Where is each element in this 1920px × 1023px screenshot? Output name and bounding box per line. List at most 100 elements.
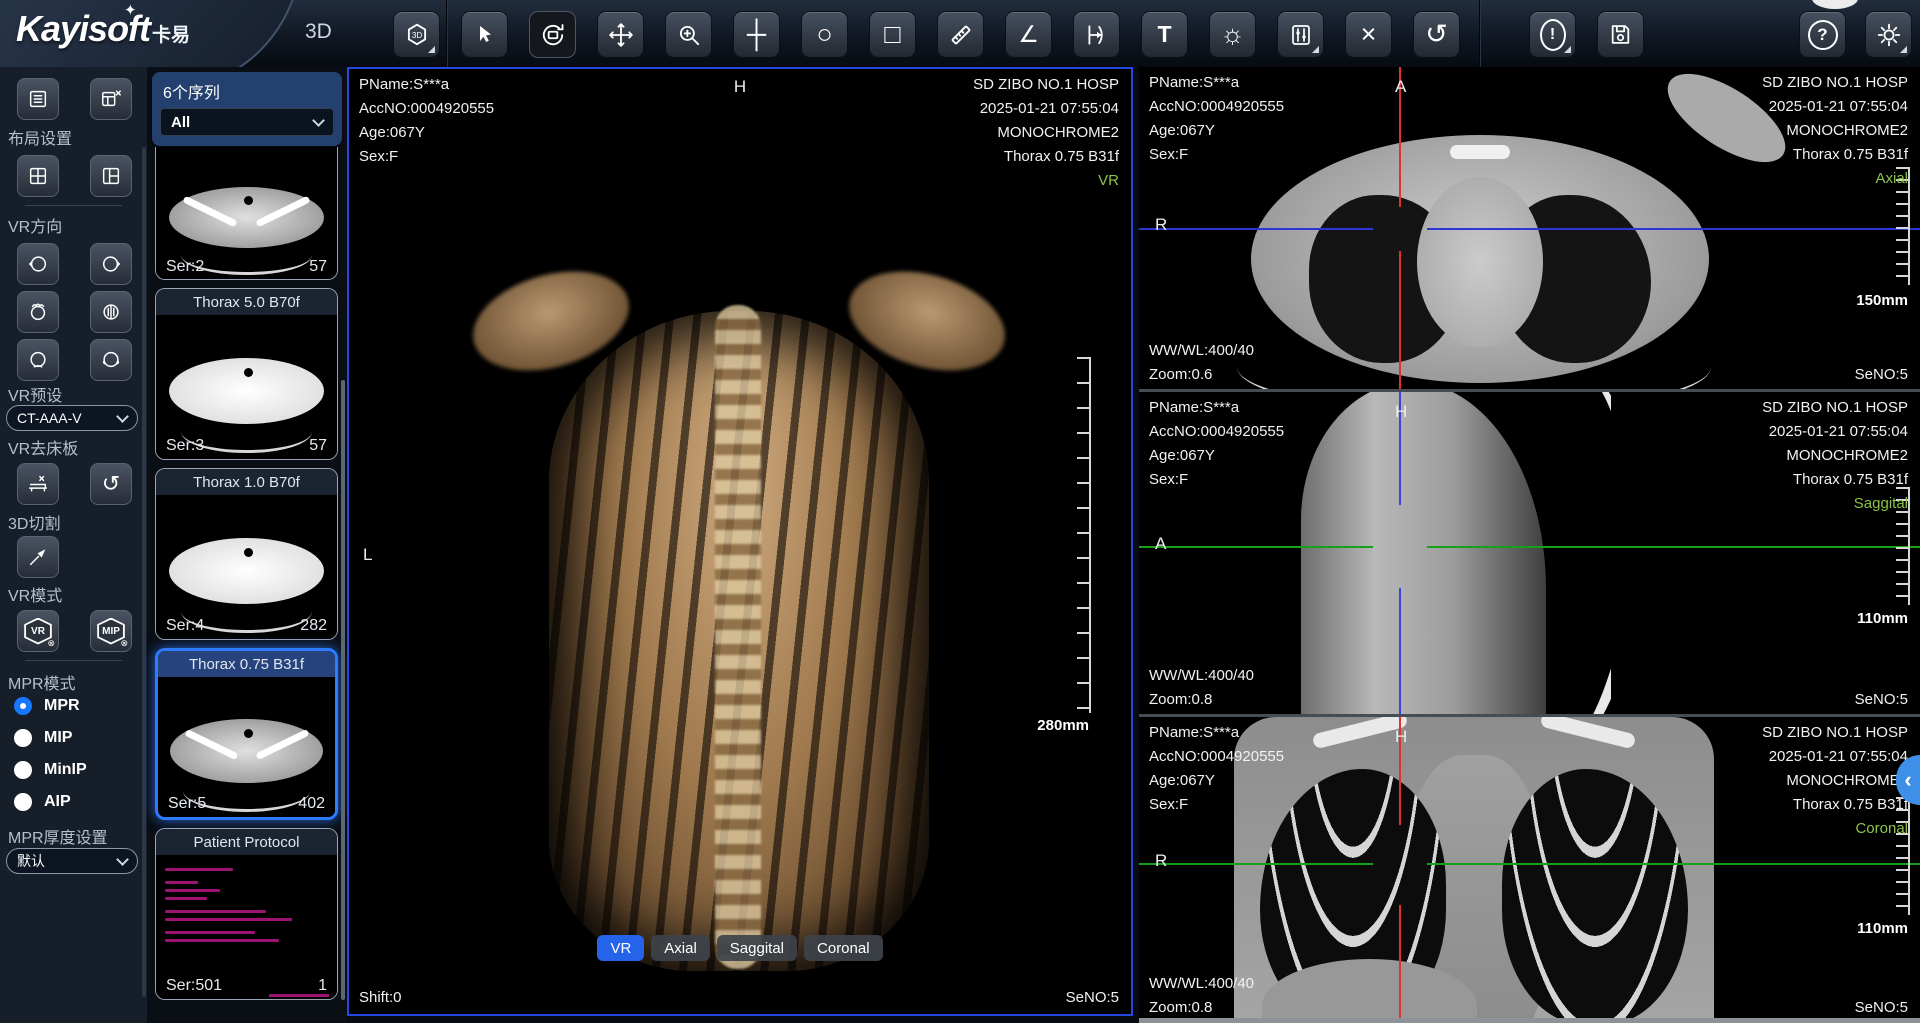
zoom-tool-button[interactable] [665,11,712,58]
delete-button[interactable]: × [1345,11,1392,58]
vr-head-back-button[interactable] [90,339,132,381]
series-thumbnail[interactable]: Patient Protocol Ser:5011 [155,828,338,1000]
radio-minip[interactable]: MinIP [14,761,87,779]
orientation-marker-left: R [1155,215,1167,235]
series-thumbnail[interactable]: Ser:257 [155,147,338,280]
crosshair-horizontal[interactable] [1139,546,1373,548]
series-thumbnail-selected[interactable]: Thorax 0.75 B31f Ser:5402 [155,648,338,820]
orientation-marker-left: R [1155,851,1167,871]
save-floppy-icon [1608,22,1633,47]
coronal-button[interactable]: Coronal [804,935,883,961]
crosshair-horizontal[interactable] [1427,228,1920,230]
layout-close-button[interactable] [90,78,132,120]
series-thumbnail[interactable]: Thorax 1.0 B70f Ser:4282 [155,468,338,640]
head-left-icon [27,253,49,275]
crosshair-horizontal[interactable] [1427,863,1920,865]
vr-head-front-button[interactable] [17,339,59,381]
crosshair-horizontal[interactable] [1139,228,1373,230]
view-type-label: VR [973,169,1119,193]
head-top-icon [27,301,49,323]
split-layout-button[interactable] [90,155,132,197]
layout-close-icon [100,88,122,110]
scalpel-button[interactable] [17,536,59,578]
orientation-marker-left: A [1155,534,1166,554]
series-number: Ser:4 [166,617,204,635]
ellipse-roi-button[interactable]: ○ [801,11,848,58]
crosshair-vertical[interactable] [1399,251,1401,389]
layout-settings-label: 布局设置 [8,125,72,149]
question-icon: ? [1808,20,1838,50]
crosshair-horizontal[interactable] [1139,863,1373,865]
sagittal-image[interactable] [1301,392,1611,714]
toolbar-secondary-group: ! [1529,11,1644,58]
scale-label: 280mm [989,717,1089,734]
horizontal-scrollbar[interactable] [1139,1018,1920,1023]
vr-preset-value: CT-AAA-V [17,410,82,426]
text-annotation-button[interactable]: T [1141,11,1188,58]
patient-info: PName:S***aAccNO:0004920555 Age:067YSex:… [359,73,494,169]
vr-button[interactable]: VR [597,935,644,961]
ruler-icon [948,22,974,48]
radio-mip[interactable]: MIP [14,729,72,747]
view-3d-button[interactable]: 3D [393,11,440,58]
brightness-button[interactable]: ☼ [1209,11,1256,58]
settings-button[interactable] [1865,11,1912,58]
radio-aip[interactable]: AIP [14,793,71,811]
rotate-3d-button[interactable] [529,11,576,58]
vr-rendering[interactable] [477,269,1001,1009]
remove-bed-button[interactable] [17,463,59,505]
angle-button[interactable]: ∠ [1005,11,1052,58]
sagittal-viewport[interactable]: PName:S***aAccNO:0004920555 Age:067YSex:… [1139,392,1920,714]
head-split-icon [100,301,122,323]
radio-mpr[interactable]: MPR [14,697,80,715]
bed-reset-button[interactable]: ↺ [90,463,132,505]
crosshair-vertical[interactable] [1399,905,1401,1018]
crosshair-vertical[interactable] [1399,588,1401,714]
vr-head-left-button[interactable] [17,243,59,285]
avatar[interactable] [1812,0,1858,9]
crosshair-horizontal[interactable] [1427,546,1920,548]
radio-dot [14,729,32,747]
series-scrollbar[interactable] [341,380,345,1000]
coronal-viewport[interactable]: PName:S***aAccNO:0004920555 Age:067YSex:… [1139,717,1920,1018]
vr-viewport[interactable]: PName:S***aAccNO:0004920555 Age:067YSex:… [347,67,1133,1016]
vr-preset-select[interactable]: CT-AAA-V [6,405,138,431]
vr-mode-button[interactable]: VR ⊗ [17,610,59,652]
crosshair-button[interactable]: ┼ [733,11,780,58]
help-button[interactable]: ? [1799,11,1846,58]
orientation-marker-left: L [363,545,372,565]
series-thumbnail[interactable]: Thorax 5.0 B70f Ser:357 [155,288,338,460]
series-filter-select[interactable]: All [160,108,334,136]
fov-angle-button[interactable] [1073,11,1120,58]
vr-head-top-button[interactable] [17,291,59,333]
layout-list-button[interactable] [17,78,59,120]
pan-button[interactable] [597,11,644,58]
thumbnail-title: Thorax 1.0 B70f [156,469,337,495]
toolbar-main-group: 3D [393,11,1460,58]
pan-arrows-icon [608,22,634,48]
reset-button[interactable]: ↺ [1413,11,1460,58]
vr-head-split-button[interactable] [90,291,132,333]
mip-mode-button[interactable]: MIP ⊗ [90,610,132,652]
vr-head-right-button[interactable] [90,243,132,285]
ruler-button[interactable] [937,11,984,58]
grid-layout-button[interactable] [17,155,59,197]
mpr-thickness-select[interactable]: 默认 [6,848,138,874]
adjust-sliders-button[interactable] [1277,11,1324,58]
sidebar-scrollbar[interactable] [142,147,146,997]
coronal-image[interactable] [1234,717,1714,1018]
axial-button[interactable]: Axial [651,935,710,961]
axial-viewport[interactable]: PName:S***aAccNO:0004920555 Age:067YSex:… [1139,67,1920,389]
alert-button[interactable]: ! [1529,11,1576,58]
radio-label: MIP [44,729,72,747]
chevron-down-icon [116,853,129,866]
thumbnail-image: Ser:257 [156,147,337,280]
split-layout-icon [100,165,122,187]
orientation-marker-top: H [1395,402,1407,422]
logo-suffix: 卡易 [152,25,190,46]
thumbnail-title: Thorax 0.75 B31f [158,651,335,677]
rect-roi-button[interactable]: □ [869,11,916,58]
save-button[interactable] [1597,11,1644,58]
saggital-button[interactable]: Saggital [717,935,797,961]
cursor-button[interactable] [461,11,508,58]
